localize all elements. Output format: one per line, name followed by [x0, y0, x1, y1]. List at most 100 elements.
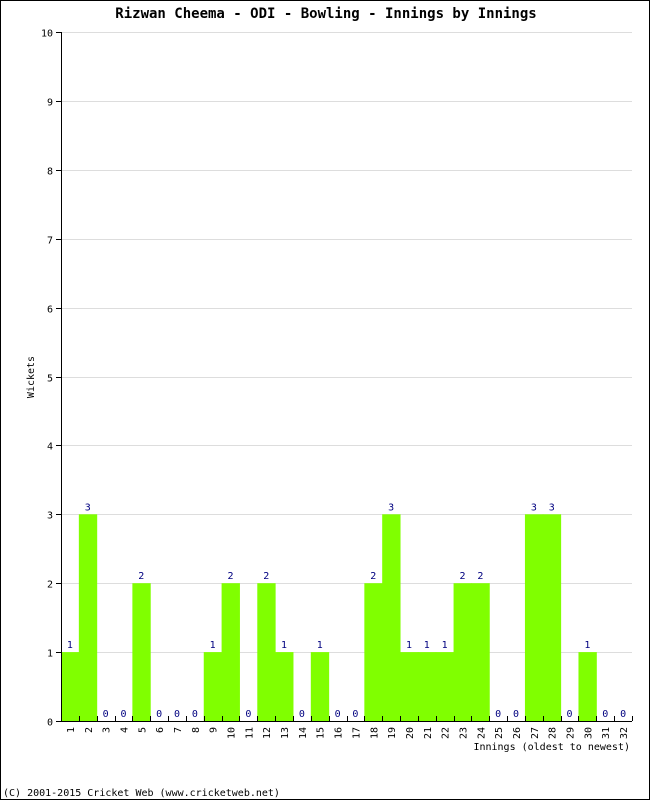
- y-tick-label: 6: [47, 305, 53, 316]
- data-label: 1: [317, 640, 323, 651]
- data-label: 1: [584, 640, 590, 651]
- x-tick-label: 4: [119, 727, 130, 733]
- bar: [275, 652, 294, 721]
- bar: [578, 652, 597, 721]
- data-label: 2: [477, 571, 483, 582]
- bar: [132, 583, 151, 721]
- bar-chart: Rizwan Cheema - ODI - Bowling - Innings …: [3, 6, 633, 799]
- copyright-footer: (C) 2001-2015 Cricket Web (www.cricketwe…: [3, 788, 280, 799]
- x-tick-label: 25: [494, 727, 505, 739]
- data-label: 1: [424, 640, 430, 651]
- x-tick-label: 29: [566, 727, 577, 739]
- data-label: 1: [406, 640, 412, 651]
- x-tick-label: 10: [227, 727, 238, 739]
- x-tick-label: 18: [369, 727, 380, 739]
- bar: [400, 652, 419, 721]
- x-tick-label: 24: [476, 727, 487, 739]
- x-tick-label: 17: [351, 727, 362, 739]
- y-tick-label: 4: [47, 442, 53, 453]
- data-label: 0: [495, 709, 501, 720]
- chart-title: Rizwan Cheema - ODI - Bowling - Innings …: [115, 6, 536, 22]
- data-label: 0: [567, 709, 573, 720]
- x-tick-label: 26: [512, 727, 523, 739]
- data-label: 0: [352, 709, 358, 720]
- data-label: 3: [85, 502, 91, 513]
- bar: [203, 652, 223, 721]
- x-tick-label: 21: [423, 727, 434, 739]
- y-tick-label: 7: [47, 236, 53, 247]
- x-tick-label: 22: [441, 727, 452, 739]
- bars: [61, 514, 597, 721]
- data-label: 2: [228, 571, 234, 582]
- data-label: 1: [67, 640, 73, 651]
- bar: [471, 583, 490, 721]
- y-tick-label: 3: [47, 511, 53, 522]
- x-tick-label: 20: [405, 727, 416, 739]
- bar: [221, 583, 240, 721]
- data-label: 0: [620, 709, 626, 720]
- data-label: 2: [370, 571, 376, 582]
- y-tick-label: 10: [41, 29, 53, 40]
- y-tick-label: 0: [47, 718, 53, 729]
- y-axis-label: Wickets: [26, 356, 37, 398]
- x-tick-label: 28: [548, 727, 559, 739]
- x-tick-label: 19: [387, 727, 398, 739]
- y-axis-ticks: 0 1 2 3 4 5 6 7 8 9 10: [41, 29, 61, 729]
- bar: [542, 514, 562, 721]
- x-tick-label: 5: [137, 727, 148, 733]
- data-label: 0: [174, 709, 180, 720]
- y-tick-label: 2: [47, 580, 53, 591]
- bar: [435, 652, 455, 721]
- x-tick-label: 15: [316, 727, 327, 739]
- bar: [310, 652, 330, 721]
- data-label: 0: [299, 709, 305, 720]
- x-tick-label: 6: [155, 727, 166, 733]
- x-tick-label: 1: [66, 727, 77, 733]
- data-label: 2: [138, 571, 144, 582]
- data-label: 1: [210, 640, 216, 651]
- x-tick-label: 8: [191, 727, 202, 733]
- x-tick-label: 23: [458, 727, 469, 739]
- data-label: 0: [335, 709, 341, 720]
- x-tick-label: 27: [530, 727, 541, 739]
- bar: [364, 583, 383, 721]
- data-label: 3: [531, 502, 537, 513]
- bar: [257, 583, 276, 721]
- y-tick-label: 5: [47, 374, 53, 385]
- data-label: 1: [442, 640, 448, 651]
- data-label: 0: [602, 709, 608, 720]
- x-tick-label: 7: [173, 727, 184, 733]
- bar: [524, 514, 544, 721]
- x-tick-label: 16: [334, 727, 345, 739]
- x-tick-label: 11: [244, 727, 255, 739]
- x-tick-label: 13: [280, 727, 291, 739]
- x-axis-label: Innings (oldest to newest): [473, 742, 630, 753]
- data-label: 0: [120, 709, 126, 720]
- bar: [61, 652, 80, 721]
- x-tick-label: 9: [209, 727, 220, 733]
- y-tick-label: 9: [47, 98, 53, 109]
- y-tick-label: 8: [47, 167, 53, 178]
- chart-frame: Rizwan Cheema - ODI - Bowling - Innings …: [0, 0, 650, 800]
- y-tick-label: 1: [47, 649, 53, 660]
- bar: [78, 514, 98, 721]
- data-label: 3: [549, 502, 555, 513]
- x-tick-label: 2: [84, 727, 95, 733]
- x-tick-label: 30: [583, 727, 594, 739]
- bar: [382, 514, 401, 721]
- data-label: 2: [459, 571, 465, 582]
- data-label: 0: [245, 709, 251, 720]
- data-label: 2: [263, 571, 269, 582]
- bar: [417, 652, 437, 721]
- x-tick-label: 32: [619, 727, 630, 739]
- data-label: 0: [513, 709, 519, 720]
- x-tick-label: 3: [102, 727, 113, 733]
- data-label: 0: [192, 709, 198, 720]
- data-label: 3: [388, 502, 394, 513]
- x-tick-label: 12: [262, 727, 273, 739]
- data-label: 1: [281, 640, 287, 651]
- x-tick-label: 14: [298, 727, 309, 739]
- data-label: 0: [156, 709, 162, 720]
- x-tick-label: 31: [601, 727, 612, 739]
- data-label: 0: [103, 709, 109, 720]
